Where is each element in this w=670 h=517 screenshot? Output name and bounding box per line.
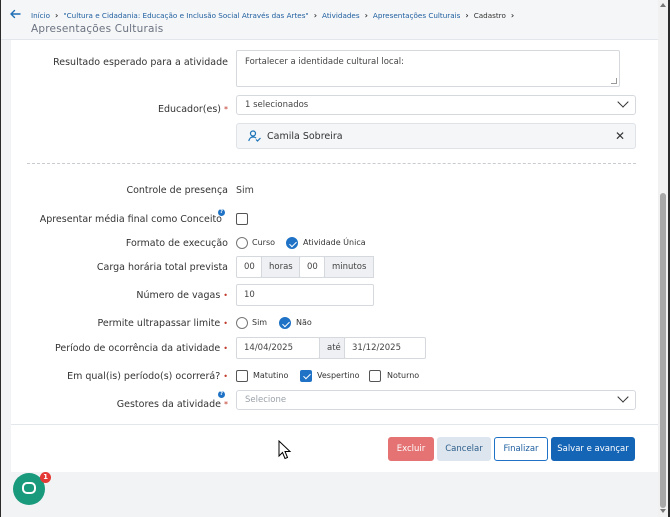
help-icon[interactable]: ? bbox=[218, 391, 225, 398]
required-mark: * bbox=[224, 105, 228, 114]
formato-radio-curso[interactable] bbox=[236, 237, 248, 249]
form-container: Resultado esperado para a atividade Fort… bbox=[11, 40, 658, 472]
chevron-right-icon: › bbox=[55, 11, 59, 20]
chevron-down-icon bbox=[617, 96, 629, 108]
required-mark: * bbox=[224, 400, 228, 409]
turno-option-vespertino[interactable]: Vespertino bbox=[317, 371, 360, 380]
gestores-placeholder: Selecione bbox=[245, 395, 287, 405]
page-title: Apresentações Culturais bbox=[31, 23, 164, 35]
chevron-right-icon: › bbox=[465, 11, 469, 20]
chevron-right-icon: › bbox=[364, 11, 368, 20]
resultado-label: Resultado esperado para a atividade bbox=[53, 57, 228, 68]
turno-option-noturno[interactable]: Noturno bbox=[387, 371, 419, 380]
scroll-thumb[interactable] bbox=[660, 193, 666, 508]
chevron-right-icon: › bbox=[313, 11, 318, 20]
ultrapassar-label: Permite ultrapassar limite • bbox=[97, 318, 228, 329]
breadcrumb-inicio[interactable]: Início bbox=[31, 11, 50, 20]
required-mark: • bbox=[223, 319, 228, 328]
date-separator: até bbox=[319, 337, 345, 359]
minutes-input[interactable]: 00 bbox=[299, 256, 325, 278]
gestores-select[interactable]: Selecione bbox=[236, 390, 636, 410]
ultrapassar-option-sim[interactable]: Sim bbox=[252, 318, 267, 327]
notification-badge: 1 bbox=[40, 472, 51, 483]
educador-chip: Camila Sobreira ✕ bbox=[236, 123, 636, 149]
help-icon[interactable]: ? bbox=[218, 209, 225, 216]
hours-input[interactable]: 00 bbox=[236, 256, 262, 278]
chip-name: Camila Sobreira bbox=[267, 131, 343, 142]
scroll-down-icon[interactable] bbox=[660, 509, 666, 513]
turno-option-matutino[interactable]: Matutino bbox=[253, 371, 288, 380]
section-divider bbox=[27, 163, 636, 164]
delete-button[interactable]: Excluir bbox=[388, 437, 434, 461]
turno-checkbox-vespertino[interactable] bbox=[300, 370, 312, 382]
turnos-label: Em qual(is) período(s) ocorrerá? • bbox=[67, 371, 228, 382]
turno-checkbox-noturno[interactable] bbox=[369, 370, 381, 382]
carga-label: Carga horária total prevista bbox=[96, 262, 228, 273]
vertical-scrollbar[interactable] bbox=[658, 0, 668, 517]
breadcrumb-apresentacoes[interactable]: Apresentações Culturais bbox=[373, 11, 461, 20]
user-check-icon bbox=[248, 130, 261, 145]
gestores-label: Gestores da atividade * bbox=[116, 399, 228, 410]
breadcrumb-atividades[interactable]: Atividades bbox=[322, 11, 360, 20]
chevron-down-icon bbox=[617, 391, 629, 403]
breadcrumb-current: Cadastro bbox=[473, 11, 506, 20]
vagas-input[interactable]: 10 bbox=[236, 284, 374, 306]
mouse-cursor-icon bbox=[278, 440, 292, 460]
close-icon[interactable]: ✕ bbox=[615, 129, 625, 143]
resultado-value: Fortalecer a identidade cultural local: bbox=[245, 57, 405, 67]
app-window: Início › "Cultura e Cidadania: Educação … bbox=[1, 0, 668, 517]
start-date-input[interactable]: 14/04/2025 bbox=[236, 337, 320, 359]
finish-button[interactable]: Finalizar bbox=[494, 437, 548, 461]
save-and-continue-button[interactable]: Salvar e avançar bbox=[551, 437, 635, 461]
hours-unit: horas bbox=[261, 256, 300, 278]
ultrapassar-radio-sim[interactable] bbox=[236, 317, 248, 329]
controle-value: Sim bbox=[236, 185, 254, 196]
footer-divider bbox=[11, 424, 658, 425]
chevron-right-icon: › bbox=[510, 11, 515, 20]
cancel-button[interactable]: Cancelar bbox=[437, 437, 491, 461]
breadcrumb-project[interactable]: "Cultura e Cidadania: Educação e Inclusã… bbox=[63, 11, 308, 20]
periodo-label: Período de ocorrência da atividade • bbox=[55, 343, 228, 354]
breadcrumb: Início › "Cultura e Cidadania: Educação … bbox=[31, 11, 519, 20]
formato-option-curso[interactable]: Curso bbox=[252, 238, 275, 247]
media-checkbox[interactable] bbox=[236, 213, 248, 225]
controle-label: Controle de presença bbox=[126, 185, 228, 196]
end-date-input[interactable]: 31/12/2025 bbox=[344, 337, 426, 359]
formato-option-atividade-unica[interactable]: Atividade Única bbox=[303, 238, 366, 247]
chat-icon bbox=[22, 482, 36, 494]
turno-checkbox-matutino[interactable] bbox=[236, 370, 248, 382]
back-arrow-icon[interactable] bbox=[9, 8, 23, 22]
minutes-unit: minutos bbox=[324, 256, 374, 278]
educador-select[interactable]: 1 selecionados bbox=[236, 95, 636, 115]
educador-label: Educador(es) * bbox=[157, 104, 228, 115]
educador-selected-text: 1 selecionados bbox=[245, 100, 309, 110]
scroll-up-icon[interactable] bbox=[660, 3, 666, 7]
required-mark: • bbox=[223, 291, 228, 300]
required-mark: • bbox=[223, 372, 228, 381]
ultrapassar-option-nao[interactable]: Não bbox=[296, 318, 312, 327]
header: Início › "Cultura e Cidadania: Educação … bbox=[1, 0, 658, 40]
required-mark: • bbox=[223, 344, 228, 353]
ultrapassar-radio-nao[interactable] bbox=[279, 317, 291, 329]
resultado-textarea[interactable]: Fortalecer a identidade cultural local: bbox=[236, 50, 620, 87]
formato-label: Formato de execução bbox=[125, 238, 228, 249]
media-label: Apresentar média final como Conceito bbox=[39, 214, 222, 225]
vagas-label: Número de vagas • bbox=[136, 290, 228, 301]
resize-handle-icon[interactable] bbox=[611, 78, 617, 84]
formato-radio-atividade-unica[interactable] bbox=[286, 237, 298, 249]
